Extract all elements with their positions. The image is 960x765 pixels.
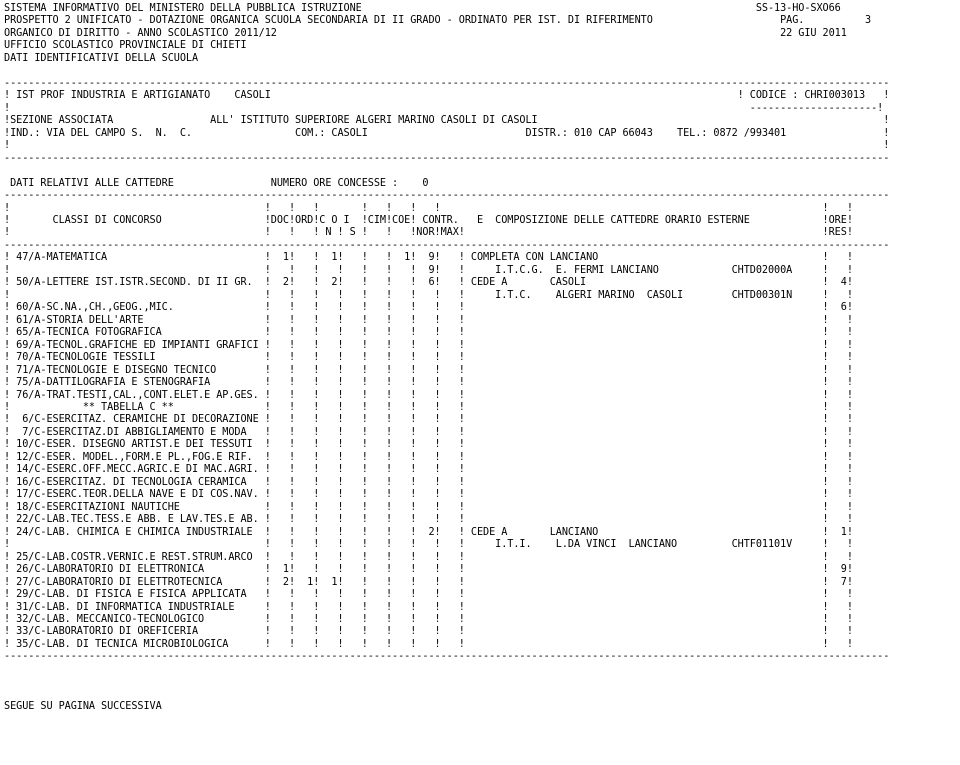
report-line: ----------------------------------------… bbox=[4, 77, 890, 89]
report-line: DATI IDENTIFICATIVI DELLA SCUOLA bbox=[4, 52, 199, 64]
report-line: ! 75/A-DATTILOGRAFIA E STENOGRAFIA ! ! !… bbox=[4, 377, 853, 389]
report-line bbox=[4, 65, 960, 77]
report-line: ! 71/A-TECNOLOGIE E DISEGNO TECNICO ! ! … bbox=[4, 364, 853, 376]
report-line: DATI RELATIVI ALLE CATTEDRE NUMERO ORE C… bbox=[4, 177, 429, 189]
report-line: ! 65/A-TECNICA FOTOGRAFICA ! ! ! ! ! ! !… bbox=[4, 327, 853, 339]
report-line: ! 33/C-LABORATORIO DI OREFICERIA ! ! ! !… bbox=[4, 626, 853, 638]
report-line: ! 26/C-LABORATORIO DI ELETTRONICA ! 1! !… bbox=[4, 564, 853, 576]
report-line: ! 18/C-ESERCITAZIONI NAUTICHE ! ! ! ! ! … bbox=[4, 501, 853, 513]
report-line: ! 25/C-LAB.COSTR.VERNIC.E REST.STRUM.ARC… bbox=[4, 551, 853, 563]
report-line: ! 6/C-ESERCITAZ. CERAMICHE DI DECORAZION… bbox=[4, 414, 853, 426]
report-line: ! CLASSI DI CONCORSO !DOC!ORD!C O I !CIM… bbox=[4, 214, 853, 226]
report-line: ----------------------------------------… bbox=[4, 651, 890, 663]
report-line bbox=[4, 165, 960, 177]
report-line: ! 22/C-LAB.TEC.TESS.E ABB. E LAV.TES.E A… bbox=[4, 514, 853, 526]
report-line: ! ** TABELLA C ** ! ! ! ! ! ! ! ! ! ! ! bbox=[4, 402, 853, 413]
report-line: ! ---------------------! bbox=[4, 102, 884, 114]
report-line: ! 50/A-LETTERE IST.ISTR.SECOND. DI II GR… bbox=[4, 277, 853, 289]
report-line: ! ! ! ! N ! S ! ! !NOR!MAX! !RES! bbox=[4, 227, 853, 239]
report-line: ----------------------------------------… bbox=[4, 239, 890, 251]
report-line: UFFICIO SCOLASTICO PROVINCIALE DI CHIETI bbox=[4, 40, 247, 52]
report-line: ! 31/C-LAB. DI INFORMATICA INDUSTRIALE !… bbox=[4, 601, 853, 613]
report-line: ! 7/C-ESERCITAZ.DI ABBIGLIAMENTO E MODA … bbox=[4, 426, 853, 438]
report-line: ----------------------------------------… bbox=[4, 152, 890, 164]
report-line: !IND.: VIA DEL CAMPO S. N. C. COM.: CASO… bbox=[4, 127, 890, 139]
report-line: PROSPETTO 2 UNIFICATO - DOTAZIONE ORGANI… bbox=[4, 15, 872, 27]
report-line: ! 61/A-STORIA DELL'ARTE ! ! ! ! ! ! ! ! … bbox=[4, 314, 853, 326]
report-line: ! 29/C-LAB. DI FISICA E FISICA APPLICATA… bbox=[4, 589, 853, 601]
report-line: ! 14/C-ESERC.OFF.MECC.AGRIC.E DI MAC.AGR… bbox=[4, 464, 853, 476]
report-line: ! 76/A-TRAT.TESTI,CAL.,CONT.ELET.E AP.GE… bbox=[4, 389, 853, 401]
report-line: ! IST PROF INDUSTRIA E ARTIGIANATO CASOL… bbox=[4, 90, 890, 102]
text-report-page: SISTEMA INFORMATIVO DEL MINISTERO DELLA … bbox=[0, 0, 960, 765]
report-line: ! 47/A-MATEMATICA ! 1! ! 1! ! ! 1! 9! ! … bbox=[4, 252, 853, 264]
report-line: ! 17/C-ESERC.TEOR.DELLA NAVE E DI COS.NA… bbox=[4, 489, 853, 501]
report-line: ! 27/C-LABORATORIO DI ELETTROTECNICA ! 2… bbox=[4, 576, 853, 588]
report-line: SISTEMA INFORMATIVO DEL MINISTERO DELLA … bbox=[4, 3, 841, 14]
report-line: ! 60/A-SC.NA.,CH.,GEOG.,MIC. ! ! ! ! ! !… bbox=[4, 302, 853, 314]
report-line: ! 16/C-ESERCITAZ. DI TECNOLOGIA CERAMICA… bbox=[4, 476, 853, 488]
report-line: ORGANICO DI DIRITTO - ANNO SCOLASTICO 20… bbox=[4, 27, 847, 39]
report-line bbox=[4, 676, 960, 688]
report-line: ----------------------------------------… bbox=[4, 190, 890, 202]
report-line: ! 10/C-ESER. DISEGNO ARTIST.E DEI TESSUT… bbox=[4, 439, 853, 451]
report-line: ! ! ! ! ! ! ! ! ! ! I.T.C. ALGERI MARINO… bbox=[4, 289, 853, 301]
report-line bbox=[4, 664, 960, 676]
report-line: ! 35/C-LAB. DI TECNICA MICROBIOLOGICA ! … bbox=[4, 638, 853, 650]
report-line: SEGUE SU PAGINA SUCCESSIVA bbox=[4, 701, 162, 713]
report-line bbox=[4, 689, 960, 701]
report-line: ! 69/A-TECNOL.GRAFICHE ED IMPIANTI GRAFI… bbox=[4, 339, 853, 351]
report-line: ! 12/C-ESER. MODEL.,FORM.E PL.,FOG.E RIF… bbox=[4, 451, 853, 463]
report-line: ! ! ! ! ! ! ! ! ! ! I.T.I. L.DA VINCI LA… bbox=[4, 539, 853, 551]
report-line: ! 32/C-LAB. MECCANICO-TECNOLOGICO ! ! ! … bbox=[4, 613, 853, 625]
report-line: ! 70/A-TECNOLOGIE TESSILI ! ! ! ! ! ! ! … bbox=[4, 352, 853, 364]
report-line: ! ! ! ! ! ! ! ! 9! ! I.T.C.G. E. FERMI L… bbox=[4, 264, 853, 276]
report-line: ! ! bbox=[4, 140, 890, 152]
report-line: ! ! ! ! ! ! ! ! ! ! bbox=[4, 202, 853, 214]
report-line: ! 24/C-LAB. CHIMICA E CHIMICA INDUSTRIAL… bbox=[4, 526, 853, 538]
report-line: !SEZIONE ASSOCIATA ALL' ISTITUTO SUPERIO… bbox=[4, 115, 890, 127]
